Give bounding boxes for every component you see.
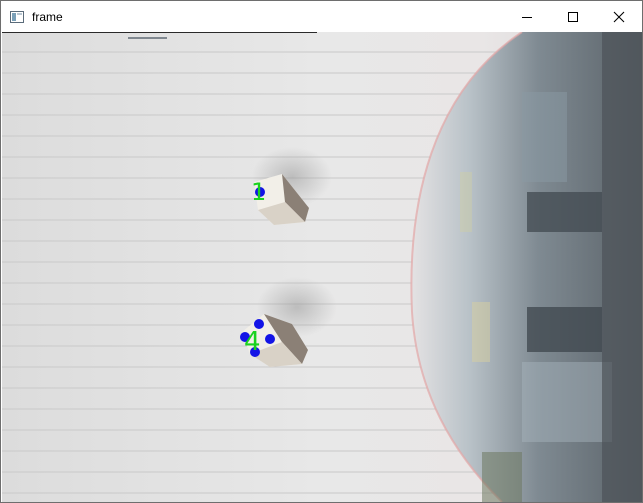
minimize-button[interactable] <box>504 1 550 32</box>
maximize-icon <box>568 11 578 22</box>
app-icon <box>9 9 25 25</box>
marker-label: 4 <box>244 327 261 357</box>
camera-image: 1 4 <box>2 32 642 502</box>
close-button[interactable] <box>596 1 642 32</box>
app-window: frame 1 4 <box>0 0 643 503</box>
minimize-icon <box>522 16 532 18</box>
window-title: frame <box>32 9 63 24</box>
title-bar[interactable]: frame <box>1 1 642 32</box>
marker-label: 1 <box>251 178 266 206</box>
maximize-button[interactable] <box>550 1 596 32</box>
window-controls <box>504 1 642 32</box>
marker-1: 1 <box>251 178 266 206</box>
keypoint <box>265 334 275 344</box>
camera-frame: 1 4 <box>2 32 642 502</box>
close-icon <box>613 11 625 22</box>
